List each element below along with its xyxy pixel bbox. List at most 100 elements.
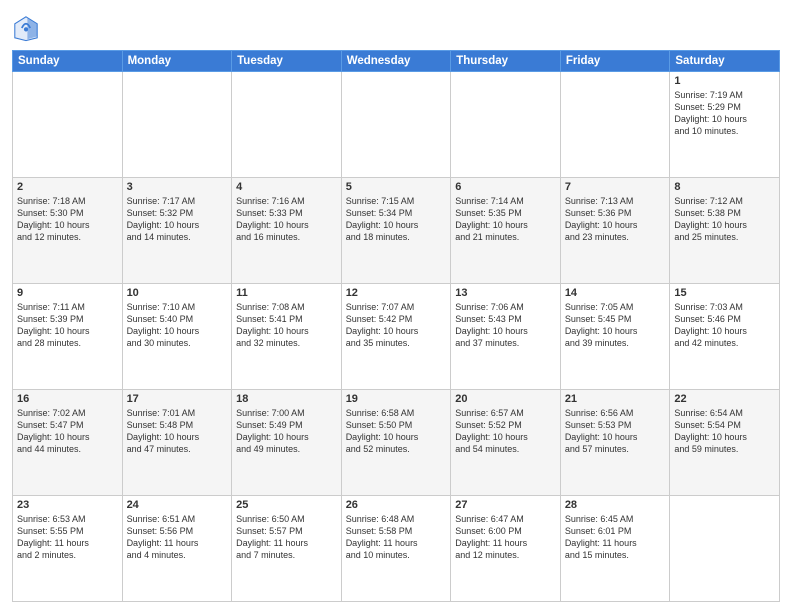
calendar-day-cell: 3 Sunrise: 7:17 AM Sunset: 5:32 PM Daylig…: [122, 178, 232, 284]
day-number: 6: [455, 181, 556, 193]
day-number: 23: [17, 499, 118, 511]
calendar-day-cell: 20 Sunrise: 6:57 AM Sunset: 5:52 PM Dayli…: [451, 390, 561, 496]
page: SundayMondayTuesdayWednesdayThursdayFrid…: [0, 0, 792, 612]
calendar-day-cell: 2 Sunrise: 7:18 AM Sunset: 5:30 PM Daylig…: [13, 178, 123, 284]
calendar-day-cell: [560, 72, 670, 178]
day-number: 10: [127, 287, 228, 299]
day-number: 24: [127, 499, 228, 511]
day-number: 8: [674, 181, 775, 193]
weekday-header: Thursday: [451, 51, 561, 72]
weekday-header: Tuesday: [232, 51, 342, 72]
logo-icon: [12, 14, 40, 42]
day-info: Sunrise: 7:11 AM Sunset: 5:39 PM Dayligh…: [17, 301, 118, 350]
day-info: Sunrise: 7:16 AM Sunset: 5:33 PM Dayligh…: [236, 195, 337, 244]
logo: [12, 14, 42, 42]
calendar-week-row: 16 Sunrise: 7:02 AM Sunset: 5:47 PM Dayli…: [13, 390, 780, 496]
day-info: Sunrise: 6:50 AM Sunset: 5:57 PM Dayligh…: [236, 513, 337, 562]
day-info: Sunrise: 7:13 AM Sunset: 5:36 PM Dayligh…: [565, 195, 666, 244]
day-number: 25: [236, 499, 337, 511]
day-info: Sunrise: 7:19 AM Sunset: 5:29 PM Dayligh…: [674, 89, 775, 138]
calendar-week-row: 9 Sunrise: 7:11 AM Sunset: 5:39 PM Daylig…: [13, 284, 780, 390]
calendar-day-cell: 12Sunrise: 7:07 AM Sunset: 5:42 PM Dayli…: [341, 284, 451, 390]
calendar-day-cell: [670, 496, 780, 602]
day-info: Sunrise: 7:02 AM Sunset: 5:47 PM Dayligh…: [17, 407, 118, 456]
calendar-day-cell: [341, 72, 451, 178]
calendar-day-cell: 5 Sunrise: 7:15 AM Sunset: 5:34 PM Daylig…: [341, 178, 451, 284]
calendar-day-cell: 13 Sunrise: 7:06 AM Sunset: 5:43 PM Dayli…: [451, 284, 561, 390]
header: [12, 10, 780, 42]
day-info: Sunrise: 6:54 AM Sunset: 5:54 PM Dayligh…: [674, 407, 775, 456]
day-number: 16: [17, 393, 118, 405]
calendar-day-cell: 19Sunrise: 6:58 AM Sunset: 5:50 PM Dayli…: [341, 390, 451, 496]
calendar-day-cell: 23 Sunrise: 6:53 AM Sunset: 5:55 PM Dayli…: [13, 496, 123, 602]
day-number: 13: [455, 287, 556, 299]
day-info: Sunrise: 6:47 AM Sunset: 6:00 PM Dayligh…: [455, 513, 556, 562]
day-number: 26: [346, 499, 447, 511]
calendar-day-cell: 17 Sunrise: 7:01 AM Sunset: 5:48 PM Dayli…: [122, 390, 232, 496]
calendar-day-cell: 10 Sunrise: 7:10 AM Sunset: 5:40 PM Dayli…: [122, 284, 232, 390]
calendar-day-cell: 8 Sunrise: 7:12 AM Sunset: 5:38 PM Daylig…: [670, 178, 780, 284]
day-number: 5: [346, 181, 447, 193]
day-info: Sunrise: 7:10 AM Sunset: 5:40 PM Dayligh…: [127, 301, 228, 350]
weekday-header: Friday: [560, 51, 670, 72]
day-number: 3: [127, 181, 228, 193]
day-number: 4: [236, 181, 337, 193]
day-info: Sunrise: 6:51 AM Sunset: 5:56 PM Dayligh…: [127, 513, 228, 562]
day-info: Sunrise: 6:45 AM Sunset: 6:01 PM Dayligh…: [565, 513, 666, 562]
calendar-day-cell: [451, 72, 561, 178]
day-info: Sunrise: 7:08 AM Sunset: 5:41 PM Dayligh…: [236, 301, 337, 350]
day-number: 14: [565, 287, 666, 299]
day-info: Sunrise: 7:15 AM Sunset: 5:34 PM Dayligh…: [346, 195, 447, 244]
day-number: 28: [565, 499, 666, 511]
calendar-day-cell: [232, 72, 342, 178]
calendar-day-cell: 9 Sunrise: 7:11 AM Sunset: 5:39 PM Daylig…: [13, 284, 123, 390]
calendar-day-cell: 11 Sunrise: 7:08 AM Sunset: 5:41 PM Dayli…: [232, 284, 342, 390]
day-info: Sunrise: 7:01 AM Sunset: 5:48 PM Dayligh…: [127, 407, 228, 456]
day-number: 1: [674, 75, 775, 87]
day-number: 20: [455, 393, 556, 405]
day-number: 27: [455, 499, 556, 511]
day-number: 9: [17, 287, 118, 299]
weekday-header: Sunday: [13, 51, 123, 72]
calendar-day-cell: 14 Sunrise: 7:05 AM Sunset: 5:45 PM Dayli…: [560, 284, 670, 390]
day-info: Sunrise: 6:57 AM Sunset: 5:52 PM Dayligh…: [455, 407, 556, 456]
calendar-day-cell: 22 Sunrise: 6:54 AM Sunset: 5:54 PM Dayli…: [670, 390, 780, 496]
day-info: Sunrise: 7:17 AM Sunset: 5:32 PM Dayligh…: [127, 195, 228, 244]
day-info: Sunrise: 7:18 AM Sunset: 5:30 PM Dayligh…: [17, 195, 118, 244]
day-info: Sunrise: 7:12 AM Sunset: 5:38 PM Dayligh…: [674, 195, 775, 244]
calendar-day-cell: [122, 72, 232, 178]
day-info: Sunrise: 6:48 AM Sunset: 5:58 PM Dayligh…: [346, 513, 447, 562]
day-info: Sunrise: 7:05 AM Sunset: 5:45 PM Dayligh…: [565, 301, 666, 350]
day-info: Sunrise: 7:14 AM Sunset: 5:35 PM Dayligh…: [455, 195, 556, 244]
calendar-day-cell: 25 Sunrise: 6:50 AM Sunset: 5:57 PM Dayli…: [232, 496, 342, 602]
calendar-day-cell: 4 Sunrise: 7:16 AM Sunset: 5:33 PM Daylig…: [232, 178, 342, 284]
calendar-day-cell: 16 Sunrise: 7:02 AM Sunset: 5:47 PM Dayli…: [13, 390, 123, 496]
calendar-table: SundayMondayTuesdayWednesdayThursdayFrid…: [12, 50, 780, 602]
day-number: 17: [127, 393, 228, 405]
calendar-week-row: 1 Sunrise: 7:19 AM Sunset: 5:29 PM Daylig…: [13, 72, 780, 178]
day-info: Sunrise: 7:06 AM Sunset: 5:43 PM Dayligh…: [455, 301, 556, 350]
day-number: 22: [674, 393, 775, 405]
day-number: 12: [346, 287, 447, 299]
day-number: 11: [236, 287, 337, 299]
day-info: Sunrise: 6:58 AM Sunset: 5:50 PM Dayligh…: [346, 407, 447, 456]
weekday-header: Wednesday: [341, 51, 451, 72]
calendar-day-cell: 15 Sunrise: 7:03 AM Sunset: 5:46 PM Dayli…: [670, 284, 780, 390]
day-info: Sunrise: 7:03 AM Sunset: 5:46 PM Dayligh…: [674, 301, 775, 350]
day-number: 2: [17, 181, 118, 193]
calendar-day-cell: 6 Sunrise: 7:14 AM Sunset: 5:35 PM Daylig…: [451, 178, 561, 284]
calendar-day-cell: 18Sunrise: 7:00 AM Sunset: 5:49 PM Dayli…: [232, 390, 342, 496]
weekday-header: Saturday: [670, 51, 780, 72]
calendar-day-cell: 26 Sunrise: 6:48 AM Sunset: 5:58 PM Dayli…: [341, 496, 451, 602]
calendar-day-cell: 21 Sunrise: 6:56 AM Sunset: 5:53 PM Dayli…: [560, 390, 670, 496]
calendar-week-row: 23 Sunrise: 6:53 AM Sunset: 5:55 PM Dayli…: [13, 496, 780, 602]
calendar-day-cell: 7 Sunrise: 7:13 AM Sunset: 5:36 PM Daylig…: [560, 178, 670, 284]
day-number: 21: [565, 393, 666, 405]
day-info: Sunrise: 6:53 AM Sunset: 5:55 PM Dayligh…: [17, 513, 118, 562]
day-info: Sunrise: 6:56 AM Sunset: 5:53 PM Dayligh…: [565, 407, 666, 456]
calendar-day-cell: 1 Sunrise: 7:19 AM Sunset: 5:29 PM Daylig…: [670, 72, 780, 178]
day-number: 15: [674, 287, 775, 299]
day-number: 7: [565, 181, 666, 193]
day-info: Sunrise: 7:00 AM Sunset: 5:49 PM Dayligh…: [236, 407, 337, 456]
calendar-day-cell: 24 Sunrise: 6:51 AM Sunset: 5:56 PM Dayli…: [122, 496, 232, 602]
